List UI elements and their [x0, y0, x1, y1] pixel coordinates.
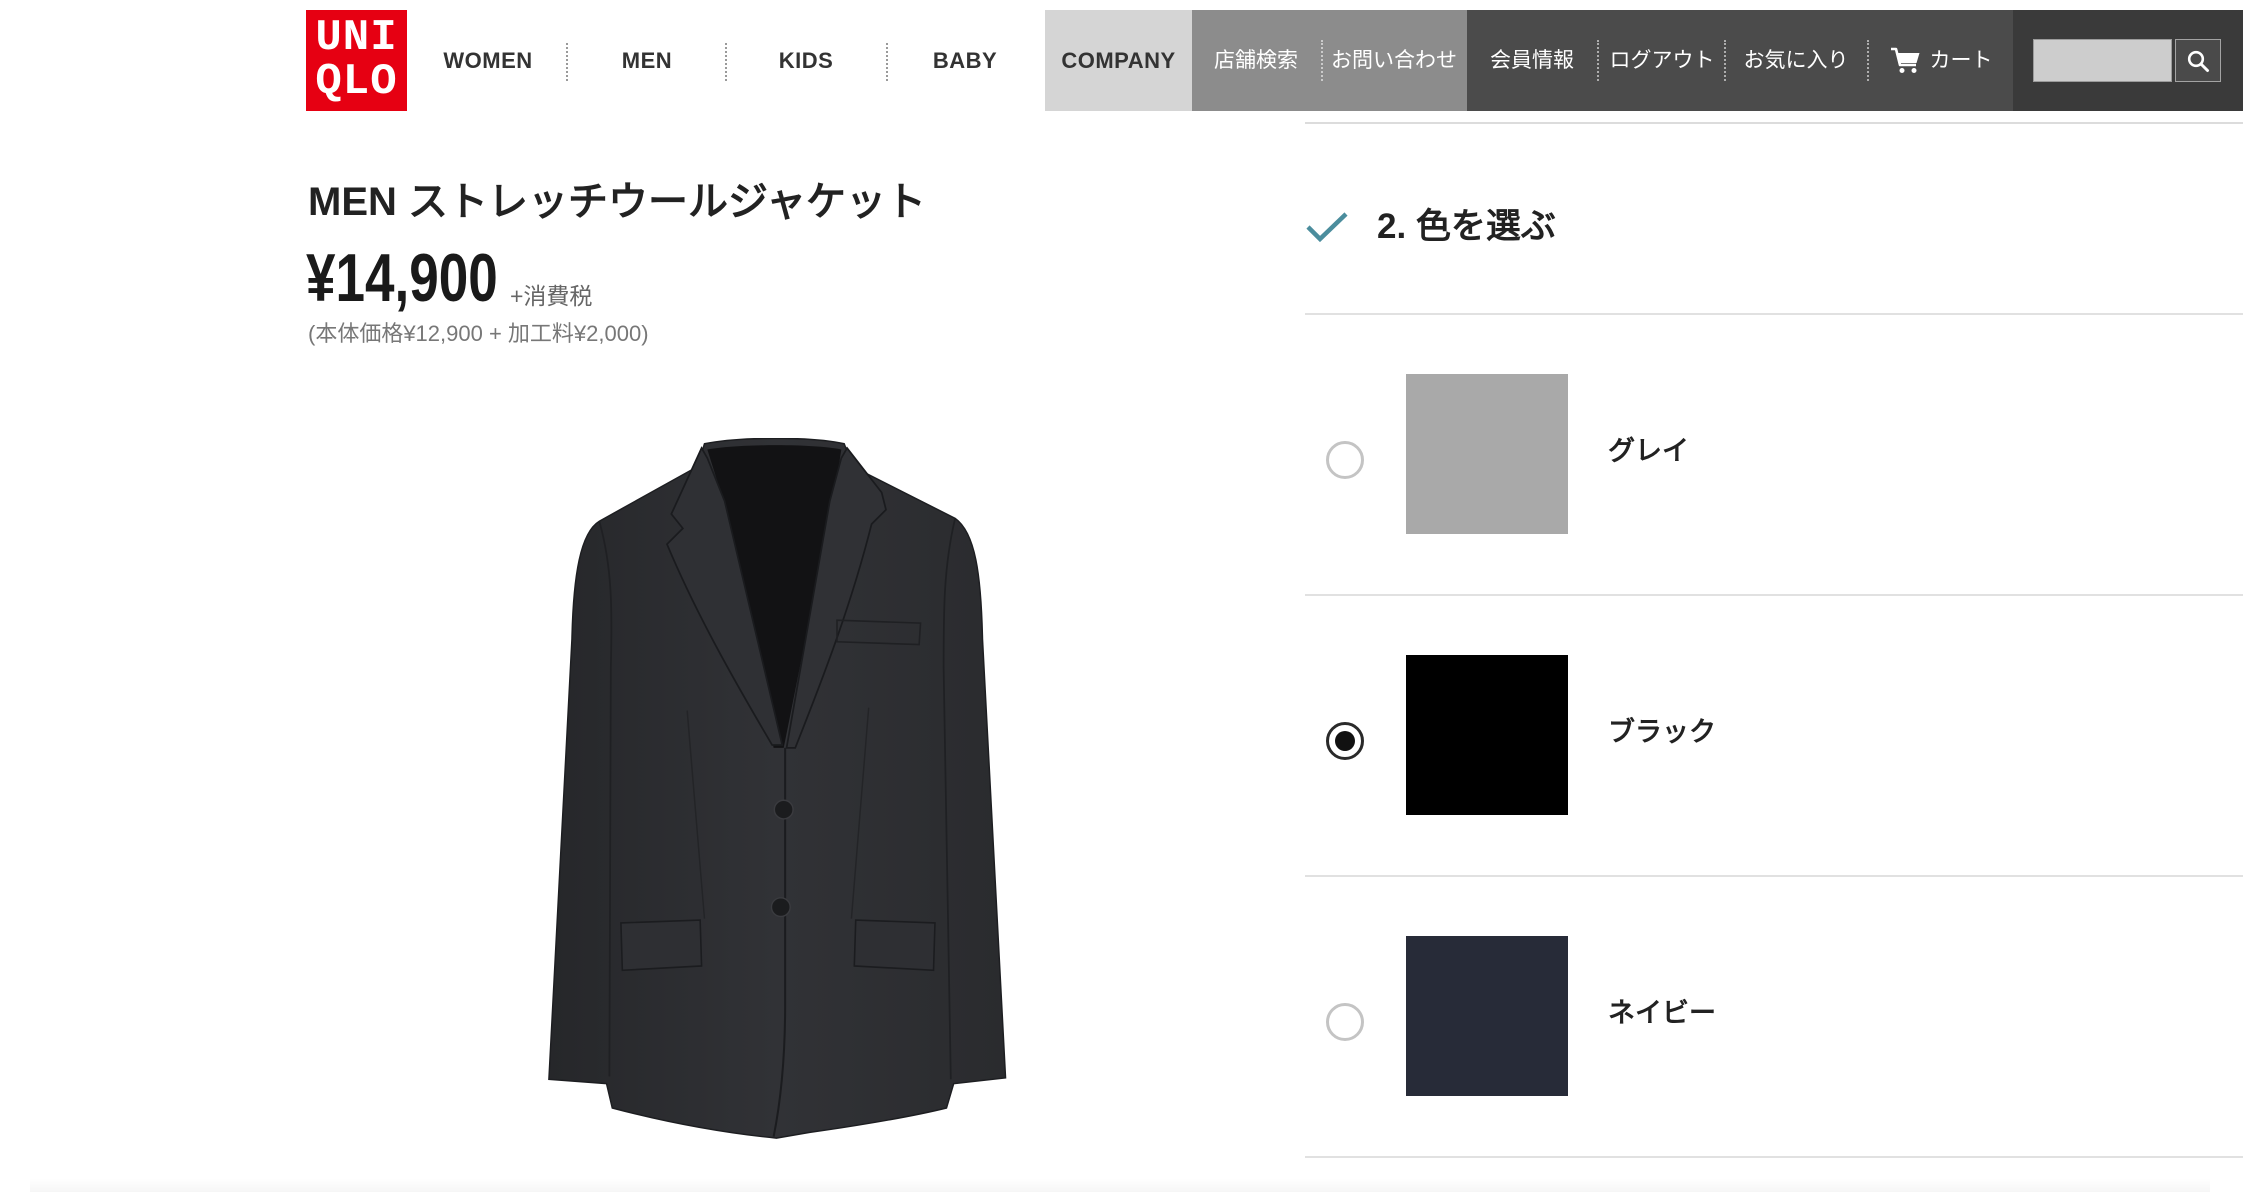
- cart-icon: [1891, 47, 1920, 73]
- price-breakdown: (本体価格¥12,900 + 加工料¥2,000): [308, 321, 649, 346]
- search-bar: [2013, 10, 2243, 111]
- cart-link[interactable]: カート: [1885, 10, 2009, 111]
- company-link[interactable]: COMPANY: [1045, 10, 1192, 111]
- radio-button[interactable]: [1326, 441, 1364, 479]
- member-info-link[interactable]: 会員情報: [1482, 10, 1582, 111]
- header-bottom-rule: [1305, 122, 2243, 124]
- color-option-black[interactable]: ブラック: [1305, 596, 2243, 877]
- store-search-link[interactable]: 店舗検索: [1206, 10, 1306, 111]
- nav-baby[interactable]: BABY: [915, 10, 1015, 111]
- header-divider: [1321, 40, 1323, 81]
- search-icon: [2187, 50, 2209, 72]
- jacket-pocket-flap-right: [853, 919, 936, 972]
- color-swatch[interactable]: [1406, 374, 1568, 534]
- checkmark-icon: [1306, 212, 1348, 243]
- header-divider: [1597, 40, 1599, 81]
- uniqlo-logo[interactable]: UNI QLO: [306, 10, 407, 111]
- store-links-bar: 店舗検索 お問い合わせ: [1192, 10, 1467, 111]
- account-links-bar: 会員情報 ログアウト お気に入り カート: [1467, 10, 2013, 111]
- color-swatch[interactable]: [1406, 936, 1568, 1096]
- header-divider: [1724, 40, 1726, 81]
- nav-divider: [566, 43, 568, 81]
- header-divider: [1867, 40, 1869, 81]
- color-option-label: グレイ: [1608, 436, 1689, 466]
- jacket-button-upper: [773, 799, 794, 820]
- logo-text-line-1: UNI: [315, 13, 398, 63]
- page-bottom-shadow: [30, 1178, 2210, 1192]
- product-price: ¥14,900: [306, 240, 498, 316]
- color-option-label: ネイビー: [1608, 998, 1716, 1028]
- color-option-label: ブラック: [1608, 717, 1716, 747]
- jacket-pocket-flap-left: [620, 919, 703, 972]
- product-title: MEN ストレッチウールジャケット: [308, 180, 926, 224]
- nav-divider: [886, 43, 888, 81]
- color-options-list: グレイ ブラック ネイビー: [1305, 315, 2243, 1158]
- color-option-gray[interactable]: グレイ: [1305, 315, 2243, 596]
- product-image: [548, 438, 1007, 1139]
- favorites-link[interactable]: お気に入り: [1736, 10, 1856, 111]
- color-step-heading: 2. 色を選ぶ: [1377, 207, 1556, 246]
- color-swatch[interactable]: [1406, 655, 1568, 815]
- cart-label: カート: [1929, 49, 1993, 72]
- radio-button[interactable]: [1326, 1003, 1364, 1041]
- radio-button[interactable]: [1326, 722, 1364, 760]
- logout-link[interactable]: ログアウト: [1607, 10, 1717, 111]
- nav-kids[interactable]: KIDS: [756, 10, 856, 111]
- nav-men[interactable]: MEN: [597, 10, 697, 111]
- logo-text-line-2: QLO: [315, 57, 398, 107]
- company-label: COMPANY: [1061, 48, 1176, 73]
- tax-note: +消費税: [510, 283, 593, 309]
- search-button[interactable]: [2175, 39, 2221, 82]
- nav-women[interactable]: WOMEN: [428, 10, 548, 111]
- color-option-navy[interactable]: ネイビー: [1305, 877, 2243, 1158]
- nav-divider: [725, 43, 727, 81]
- contact-link[interactable]: お問い合わせ: [1329, 10, 1459, 111]
- jacket-button-lower: [770, 897, 791, 918]
- search-input[interactable]: [2033, 39, 2172, 82]
